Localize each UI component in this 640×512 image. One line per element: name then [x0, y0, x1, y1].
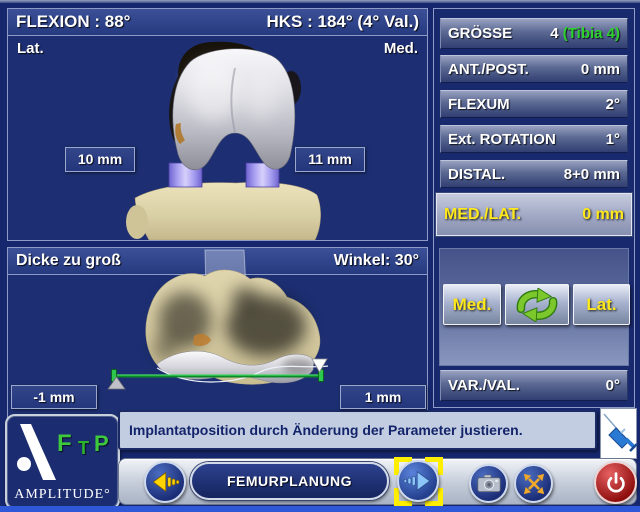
frontal-view-panel: FLEXION : 88° HKS : 184° (4° Val.) Lat. … [7, 8, 428, 241]
tibia-size-value: (Tibia 4) [562, 25, 620, 42]
thickness-warning: Dicke zu groß [16, 252, 121, 269]
fullscreen-button[interactable] [514, 464, 553, 503]
param-label: MED./LAT. [444, 205, 522, 223]
knee-frontal-3d-model [126, 41, 321, 240]
param-value: 1° [605, 130, 620, 148]
param-row-ext-rotation[interactable]: Ext. ROTATION 1° [440, 125, 628, 153]
param-value: 8+0 mm [563, 165, 620, 183]
lat-button[interactable]: Lat. [573, 284, 630, 325]
power-button[interactable] [594, 461, 637, 504]
frontal-view-header: FLEXION : 88° HKS : 184° (4° Val.) [8, 9, 427, 36]
param-label: GRÖSSE [448, 25, 513, 42]
angle-value: Winkel: 30° [333, 252, 419, 269]
axial-view-header: Dicke zu groß Winkel: 30° [8, 248, 427, 275]
logo-letter-f: F [57, 430, 72, 457]
app-window: FLEXION : 88° HKS : 184° (4° Val.) Lat. … [0, 0, 640, 512]
param-value: 2° [605, 95, 620, 113]
lateral-offset-value: -1 mm [11, 385, 97, 409]
pointer-tool-indicator [600, 408, 638, 459]
param-label: DISTAL. [448, 165, 506, 183]
swap-arrows-icon [516, 287, 558, 322]
param-row-med-lat-selected[interactable]: MED./LAT. 0 mm [436, 193, 632, 236]
brand-name: AMPLITUDE° [14, 487, 111, 502]
param-value: 0 mm [580, 60, 620, 78]
param-row-groesse[interactable]: GRÖSSE 4 (Tibia 4) [440, 18, 628, 49]
nav-step-label: FEMURPLANUNG [227, 473, 352, 489]
param-label: FLEXUM [448, 95, 510, 113]
status-message: Implantatposition durch Änderung der Par… [129, 422, 523, 438]
back-button[interactable] [144, 461, 186, 503]
lateral-label: Lat. [17, 40, 44, 57]
resection-level-line [107, 358, 328, 390]
screenshot-button[interactable] [469, 464, 508, 503]
forward-button-highlighted[interactable] [394, 457, 443, 506]
window-bottom-edge [0, 506, 640, 512]
hks-value: HKS : 184° (4° Val.) [266, 12, 420, 31]
param-value: 0 mm [582, 205, 624, 223]
back-arrow-icon [152, 471, 180, 493]
status-message-bar: Implantatposition durch Änderung der Par… [118, 410, 597, 450]
parameter-panel: GRÖSSE 4 (Tibia 4) ANT./POST. 0 mm FLEXU… [433, 8, 635, 408]
amplitude-logo: F T P AMPLITUDE° [5, 414, 120, 510]
lateral-gap-value: 10 mm [65, 147, 135, 172]
nav-step-button[interactable]: FEMURPLANUNG [190, 462, 389, 500]
axial-view-panel: Dicke zu groß Winkel: 30° -1 mm 1 mm [7, 247, 428, 418]
amplitude-glyph-icon [17, 424, 56, 480]
param-label: Ext. ROTATION [448, 130, 556, 148]
param-value: 4 (Tibia 4) [550, 25, 620, 42]
param-row-flexum[interactable]: FLEXUM 2° [440, 90, 628, 118]
power-icon [606, 471, 625, 492]
forward-arrow-icon [403, 470, 431, 492]
param-row-var-val[interactable]: VAR./VAL. 0° [440, 370, 628, 401]
param-label: VAR./VAL. [448, 377, 520, 394]
expand-icon [523, 473, 544, 494]
flexion-value: FLEXION : 88° [16, 12, 131, 31]
pointer-tool-icon [603, 413, 638, 452]
param-row-ant-post[interactable]: ANT./POST. 0 mm [440, 55, 628, 83]
medial-offset-value: 1 mm [340, 385, 426, 409]
med-button[interactable]: Med. [443, 284, 501, 325]
param-label: ANT./POST. [448, 60, 529, 78]
camera-icon [476, 474, 501, 492]
window-top-edge [0, 0, 640, 3]
logo-letter-p: P [94, 431, 109, 456]
medial-gap-value: 11 mm [295, 147, 365, 172]
logo-letter-t: T [78, 438, 89, 458]
medial-label: Med. [383, 40, 418, 57]
forward-button[interactable] [397, 460, 439, 502]
param-row-distal[interactable]: DISTAL. 8+0 mm [440, 160, 628, 188]
swap-button[interactable] [505, 284, 569, 325]
param-value: 0° [605, 377, 620, 394]
